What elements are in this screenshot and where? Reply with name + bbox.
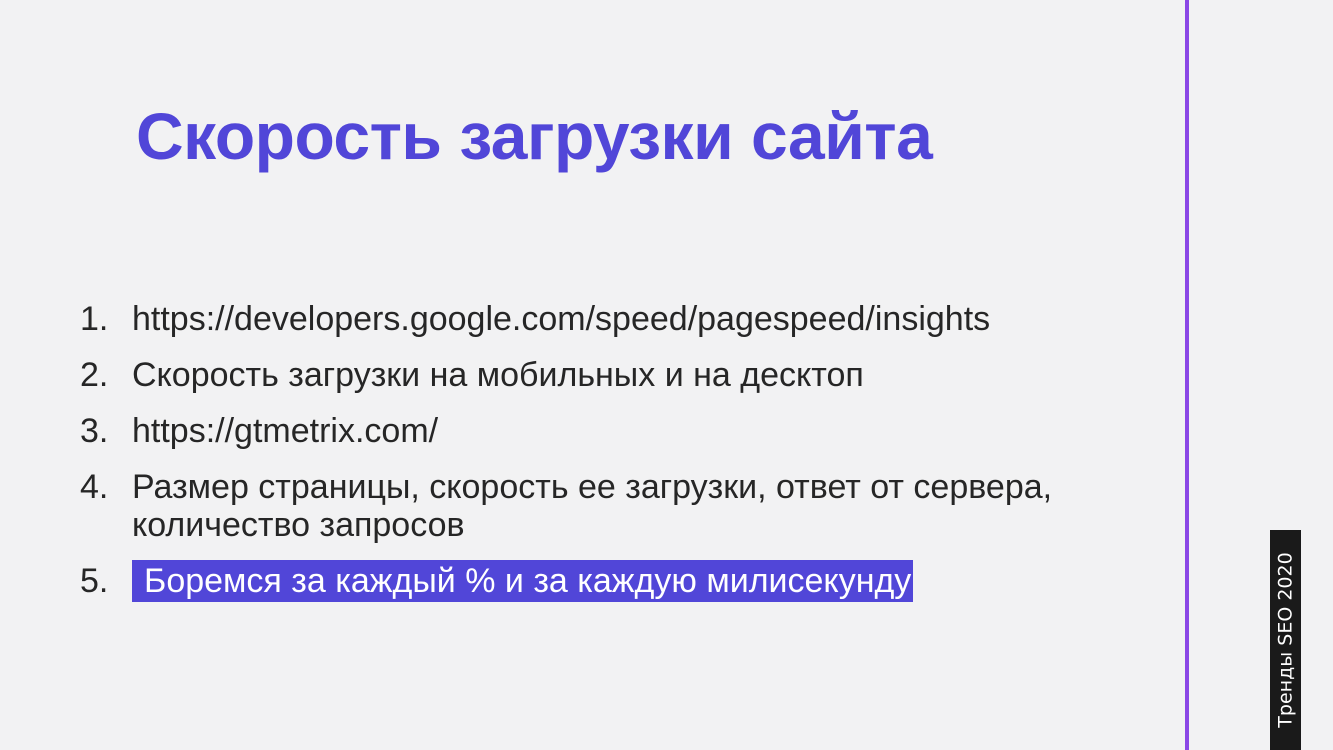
- list-number: 1.: [80, 300, 109, 338]
- highlighted-item-text: Боремся за каждый % и за каждую милисеку…: [132, 560, 914, 602]
- slide-title: Скорость загрузки сайта: [136, 99, 933, 173]
- list-number: 2.: [80, 356, 109, 394]
- list-item-text: https://developers.google.com/speed/page…: [132, 300, 991, 338]
- list-item-text: Размер страницы, скорость ее загрузки, о…: [132, 468, 1053, 544]
- list-item: 2. Скорость загрузки на мобильных и на д…: [80, 356, 1160, 394]
- list-item: 1. https://developers.google.com/speed/p…: [80, 300, 1160, 338]
- list-item: 5. Боремся за каждый % и за каждую милис…: [80, 560, 1160, 602]
- side-label-text: Тренды SEO 2020: [1274, 552, 1297, 728]
- list-number: 5.: [80, 562, 109, 600]
- slide: Скорость загрузки сайта 1. https://devel…: [0, 0, 1333, 750]
- vertical-divider: [1185, 0, 1189, 750]
- list-number: 4.: [80, 468, 109, 506]
- list-item: 4. Размер страницы, скорость ее загрузки…: [80, 468, 1160, 544]
- list-number: 3.: [80, 412, 109, 450]
- list-item-text: Скорость загрузки на мобильных и на деск…: [132, 356, 864, 394]
- bullet-list: 1. https://developers.google.com/speed/p…: [80, 300, 1160, 620]
- list-item-text: https://gtmetrix.com/: [132, 412, 439, 450]
- list-item: 3. https://gtmetrix.com/: [80, 412, 1160, 450]
- side-label-badge: Тренды SEO 2020: [1270, 530, 1301, 750]
